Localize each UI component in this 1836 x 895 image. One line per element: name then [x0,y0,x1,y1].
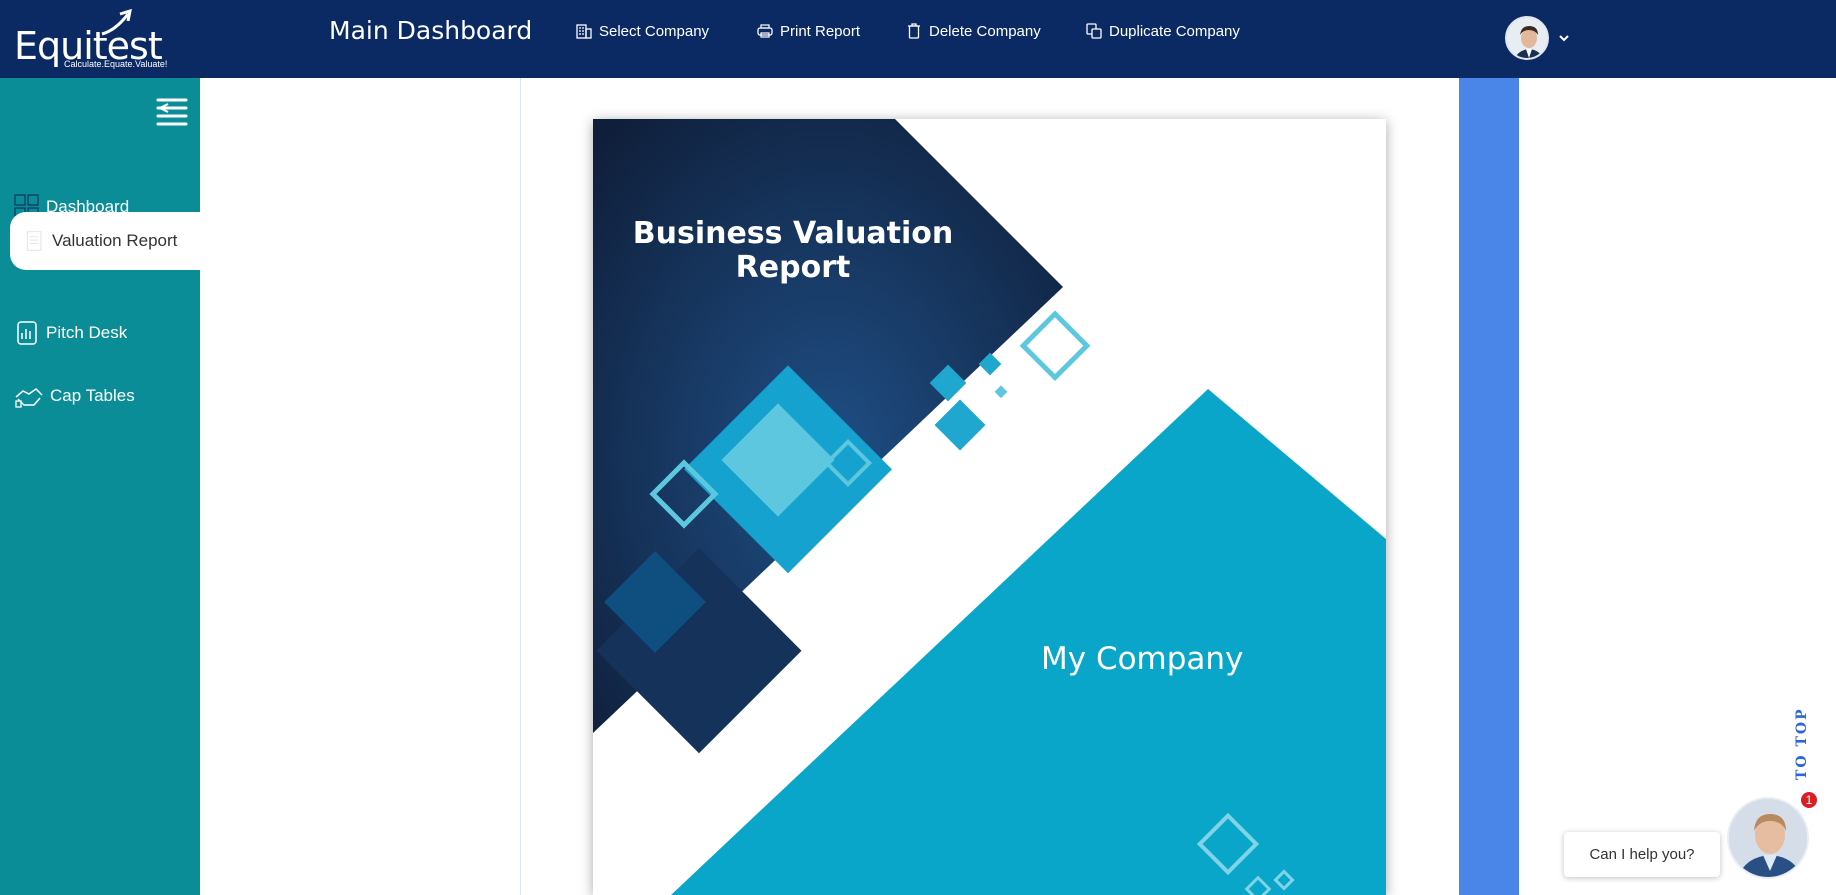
delete-company-label: Delete Company [929,22,1041,40]
top-navigation-bar: Equitest Calculate.Equate.Valuate! Main … [0,0,1836,78]
sidebar-item-valuation-report[interactable]: Valuation Report [10,212,200,270]
print-report-button[interactable]: Print Report [756,19,860,43]
help-chat-bubble[interactable]: Can I help you? [1564,832,1720,877]
select-company-button[interactable]: Select Company [575,19,709,43]
equitest-logo[interactable]: Equitest Calculate.Equate.Valuate! [14,8,184,70]
report-cover-page: Business Valuation Report My Company [593,119,1386,895]
delete-company-button[interactable]: Delete Company [905,19,1041,43]
menu-collapse-icon[interactable] [156,96,188,126]
page-title: Main Dashboard [329,16,533,45]
chevron-down-icon [1559,35,1569,42]
content-divider [520,78,521,895]
report-title: Business Valuation Report [632,216,954,285]
notification-badge: 1 [1799,790,1819,810]
company-name: My Company [1041,641,1244,677]
handshake-icon [15,388,43,408]
back-to-top-label: TO TOP [1794,707,1810,780]
logo-tagline: Calculate.Equate.Valuate! [64,59,168,69]
back-to-top-button[interactable]: TO TOP [1794,700,1818,790]
accent-scroll-bar [1459,78,1519,895]
help-chat-text: Can I help you? [1589,846,1695,863]
chat-assistant-avatar[interactable] [1727,797,1809,879]
duplicate-company-label: Duplicate Company [1109,22,1240,40]
document-icon [26,231,42,251]
select-company-label: Select Company [599,22,710,40]
sidebar-item-cap-tables[interactable]: Cap Tables [0,368,200,424]
sidebar-item-label: Valuation Report [52,231,178,250]
printer-icon [757,24,773,38]
user-avatar [1505,16,1549,60]
report-icon [17,321,37,345]
sidebar-item-label: Pitch Desk [46,323,128,342]
trash-icon [908,23,920,39]
user-menu[interactable] [1505,16,1571,60]
duplicate-company-button[interactable]: Duplicate Company [1085,19,1240,43]
duplicate-icon [1086,23,1102,39]
print-report-label: Print Report [780,22,861,40]
building-icon [576,24,592,39]
sidebar: Dashboard Valuation Report Pitch Desk Ca… [0,78,200,895]
sidebar-item-label: Cap Tables [50,386,135,405]
sidebar-item-pitch-desk[interactable]: Pitch Desk [0,305,200,361]
